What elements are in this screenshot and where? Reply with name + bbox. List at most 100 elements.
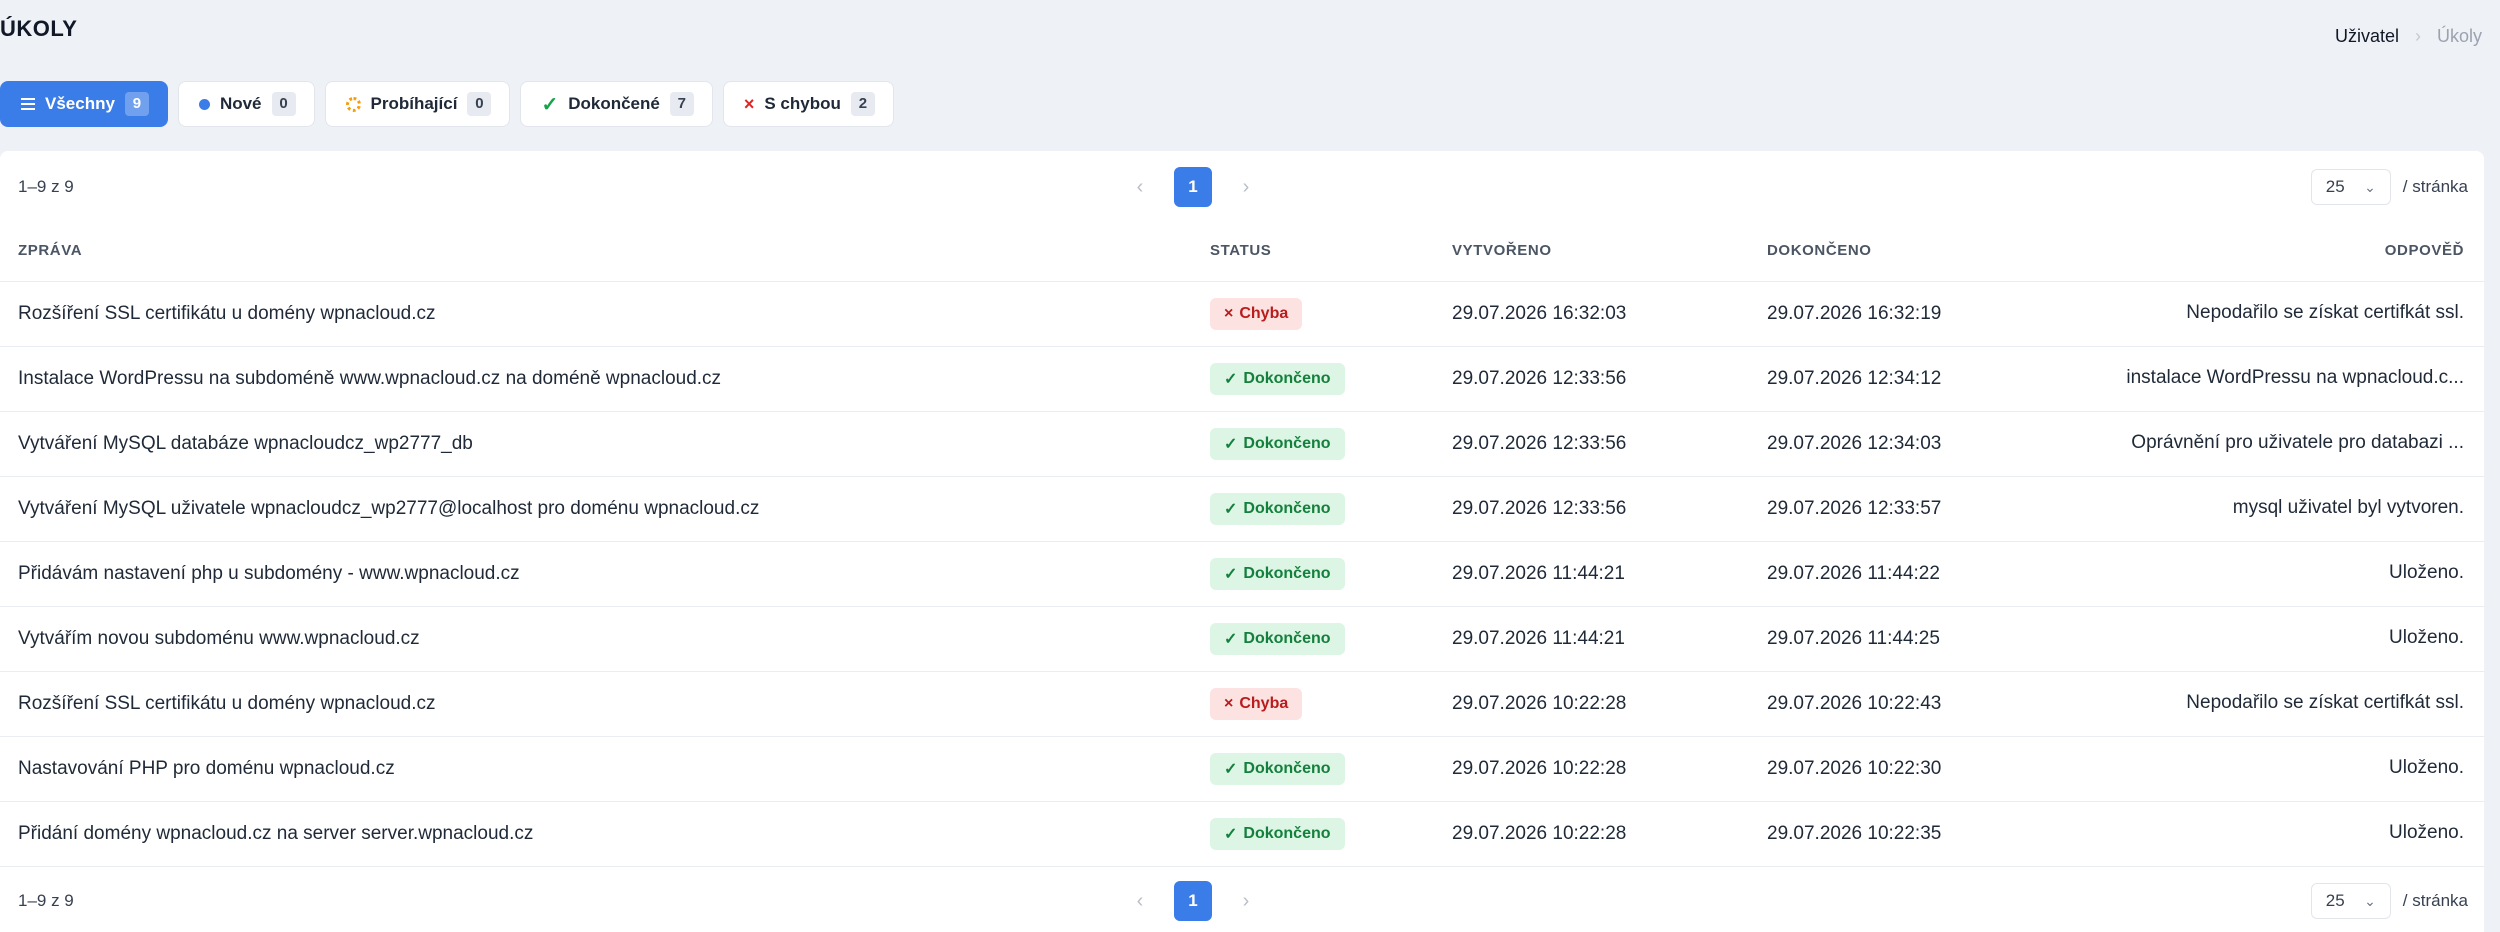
cell-status: ✓ Dokončeno (1210, 346, 1452, 412)
table-row[interactable]: Přidávám nastavení php u subdomény - www… (0, 541, 2484, 607)
filter-all-label: Všechny (45, 94, 115, 113)
chevron-down-icon: ⌄ (2364, 178, 2376, 195)
table-row[interactable]: Rozšíření SSL certifikátu u domény wpnac… (0, 671, 2484, 737)
table-row[interactable]: Rozšíření SSL certifikátu u domény wpnac… (0, 281, 2484, 347)
status-label: Dokončeno (1243, 824, 1331, 842)
cell-finished: 29.07.2026 12:33:57 (1767, 476, 2087, 542)
per-page-suffix: / stránka (2402, 891, 2468, 910)
status-badge: × Chyba (1210, 687, 1303, 720)
filter-done-count: 7 (669, 92, 694, 116)
per-page-select[interactable]: 25 ⌄ (2310, 169, 2391, 205)
cell-message: Nastavování PHP pro doménu wpnacloud.cz (0, 736, 1210, 802)
next-page-button[interactable]: › (1230, 167, 1262, 207)
filter-done-label: Dokončené (568, 94, 660, 113)
status-badge: ✓ Dokončeno (1210, 557, 1345, 590)
cell-response: mysql uživatel byl vytvoren. (2087, 476, 2484, 542)
filter-error-label: S chybou (764, 94, 841, 113)
filter-new[interactable]: Nové 0 (177, 81, 315, 127)
status-badge: ✓ Dokončeno (1210, 622, 1345, 655)
cell-response: Uloženo. (2087, 541, 2484, 607)
prev-page-button[interactable]: ‹ (1124, 167, 1156, 207)
response-text: Uloženo. (2389, 627, 2464, 649)
cell-finished: 29.07.2026 11:44:25 (1767, 606, 2087, 672)
filter-all[interactable]: Všechny 9 (0, 81, 168, 127)
table-row[interactable]: Vytvářím novou subdoménu www.wpnacloud.c… (0, 606, 2484, 672)
cell-finished: 29.07.2026 12:34:03 (1767, 411, 2087, 477)
cell-created: 29.07.2026 10:22:28 (1452, 736, 1767, 802)
spinner-icon (345, 96, 361, 112)
response-text: Uloženo. (2389, 562, 2464, 584)
check-icon: ✓ (1224, 630, 1238, 648)
check-icon: ✓ (1224, 825, 1238, 843)
filter-new-label: Nové (219, 94, 262, 113)
x-icon: × (1224, 694, 1234, 712)
tasks-card: 1–9 z 9 ‹ 1 › 25 ⌄ / stránka ZPRÁVA STAT… (0, 151, 2484, 932)
cell-created: 29.07.2026 11:44:21 (1452, 541, 1767, 607)
page-button-1[interactable]: 1 (1174, 881, 1212, 921)
column-header-response: ODPOVĚĎ (2087, 221, 2484, 282)
status-filter-tabs: Všechny 9 Nové 0 Probíhající 0 ✓ Dokonče… (0, 81, 894, 127)
breadcrumb-item-user[interactable]: Uživatel (2335, 26, 2399, 47)
cell-created: 29.07.2026 10:22:28 (1452, 671, 1767, 737)
next-page-button[interactable]: › (1230, 881, 1262, 921)
table-row[interactable]: Přidání domény wpnacloud.cz na server se… (0, 801, 2484, 867)
cell-status: ✓ Dokončeno (1210, 476, 1452, 542)
x-icon: × (743, 93, 755, 114)
status-label: Chyba (1239, 694, 1289, 712)
blue-dot-icon (198, 98, 210, 110)
table-row[interactable]: Vytváření MySQL databáze wpnacloudcz_wp2… (0, 411, 2484, 477)
pagination-bar-top: 1–9 z 9 ‹ 1 › 25 ⌄ / stránka (0, 151, 2484, 221)
table-row[interactable]: Instalace WordPressu na subdoméně www.wp… (0, 346, 2484, 412)
response-text: instalace WordPressu na wpnacloud.c... (2126, 367, 2464, 389)
per-page-control: 25 ⌄ / stránka (2310, 883, 2468, 919)
pagination-range: 1–9 z 9 (18, 891, 74, 910)
status-label: Dokončeno (1243, 564, 1331, 582)
cell-finished: 29.07.2026 11:44:22 (1767, 541, 2087, 607)
cell-message: Přidávám nastavení php u subdomény - www… (0, 541, 1210, 607)
list-icon (21, 98, 35, 110)
per-page-value: 25 (2325, 891, 2345, 910)
column-header-created: VYTVOŘENO (1452, 221, 1767, 282)
prev-page-button[interactable]: ‹ (1124, 881, 1156, 921)
status-badge: ✓ Dokončeno (1210, 362, 1345, 395)
cell-status: ✓ Dokončeno (1210, 411, 1452, 477)
status-badge: ✓ Dokončeno (1210, 492, 1345, 525)
cell-status: ✓ Dokončeno (1210, 541, 1452, 607)
response-text: Uloženo. (2389, 822, 2464, 844)
cell-response: Nepodařilo se získat certifkát ssl. (2087, 671, 2484, 737)
cell-message: Rozšíření SSL certifikátu u domény wpnac… (0, 281, 1210, 347)
check-icon: ✓ (541, 93, 559, 116)
table-row[interactable]: Nastavování PHP pro doménu wpnacloud.cz ✓… (0, 736, 2484, 802)
cell-created: 29.07.2026 12:33:56 (1452, 346, 1767, 412)
filter-done[interactable]: ✓ Dokončené 7 (520, 81, 713, 127)
check-icon: ✓ (1224, 760, 1238, 778)
cell-created: 29.07.2026 11:44:21 (1452, 606, 1767, 672)
cell-message: Vytváření MySQL databáze wpnacloudcz_wp2… (0, 411, 1210, 477)
table-row[interactable]: Vytváření MySQL uživatele wpnacloudcz_wp… (0, 476, 2484, 542)
filter-error-count: 2 (850, 92, 875, 116)
cell-status: ✓ Dokončeno (1210, 801, 1452, 867)
filter-in-progress-label: Probíhající (370, 94, 458, 113)
response-text: Uloženo. (2389, 757, 2464, 779)
x-icon: × (1224, 304, 1234, 322)
cell-message: Vytváření MySQL uživatele wpnacloudcz_wp… (0, 476, 1210, 542)
page-button-1[interactable]: 1 (1174, 167, 1212, 207)
cell-message: Instalace WordPressu na subdoméně www.wp… (0, 346, 1210, 412)
cell-created: 29.07.2026 12:33:56 (1452, 476, 1767, 542)
cell-response: instalace WordPressu na wpnacloud.c... (2087, 346, 2484, 412)
pagination-range: 1–9 z 9 (18, 177, 74, 196)
per-page-select[interactable]: 25 ⌄ (2310, 883, 2391, 919)
filter-in-progress[interactable]: Probíhající 0 (324, 81, 511, 127)
pagination-bar-bottom: 1–9 z 9 ‹ 1 › 25 ⌄ / stránka (0, 865, 2484, 932)
cell-created: 29.07.2026 16:32:03 (1452, 281, 1767, 347)
table-header-row: ZPRÁVA STATUS VYTVOŘENO DOKONČENO ODPOVĚ… (0, 221, 2484, 282)
cell-created: 29.07.2026 12:33:56 (1452, 411, 1767, 477)
per-page-value: 25 (2325, 177, 2345, 196)
tasks-table: ZPRÁVA STATUS VYTVOŘENO DOKONČENO ODPOVĚ… (0, 221, 2484, 867)
status-label: Dokončeno (1243, 499, 1331, 517)
cell-response: Oprávnění pro uživatele pro databazi ... (2087, 411, 2484, 477)
filter-error[interactable]: × S chybou 2 (722, 81, 894, 127)
cell-finished: 29.07.2026 16:32:19 (1767, 281, 2087, 347)
pager: ‹ 1 › (1124, 881, 1262, 921)
check-icon: ✓ (1224, 435, 1238, 453)
